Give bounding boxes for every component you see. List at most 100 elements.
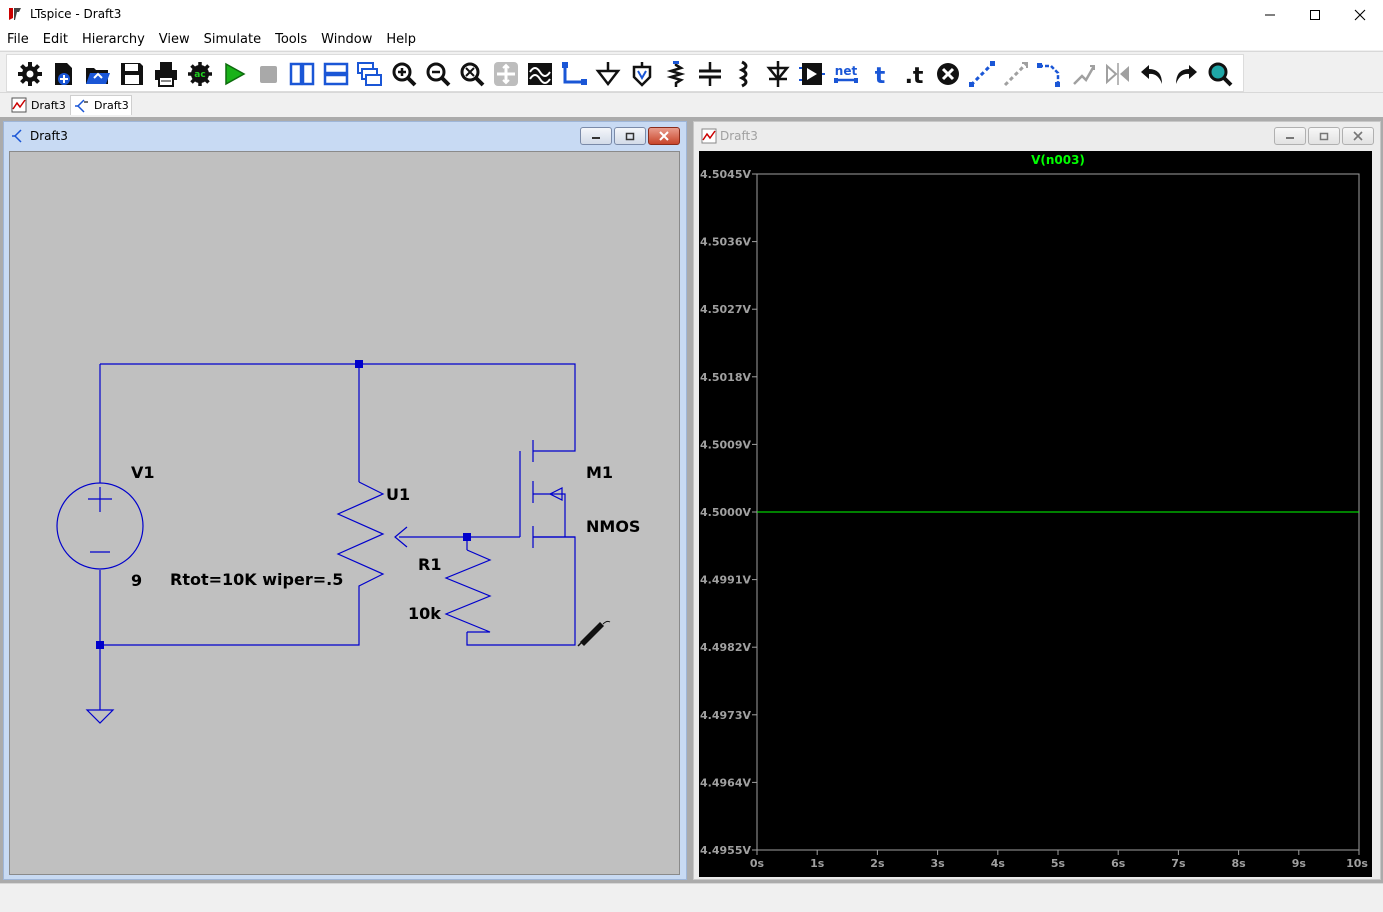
trace-label-v-n003[interactable]: V(n003): [1031, 153, 1085, 167]
v1-value[interactable]: 9: [131, 571, 142, 590]
r1-value[interactable]: 10k: [408, 604, 441, 623]
m1-name[interactable]: M1: [586, 463, 613, 482]
tab-schematic-draft3[interactable]: Draft3: [70, 95, 132, 115]
x-tick-label: 2s: [870, 857, 885, 870]
minimize-icon: [592, 137, 600, 139]
schematic-minimize-button[interactable]: [580, 127, 612, 145]
control-panel-button[interactable]: [15, 60, 45, 88]
move-icon: [1003, 61, 1029, 87]
open-button[interactable]: [83, 60, 113, 88]
drag-button[interactable]: [1035, 60, 1065, 88]
tile-vertical-button[interactable]: [287, 60, 317, 88]
drag-icon: [1037, 63, 1060, 87]
waveform-plot-area[interactable]: V(n003) 4.5045V 4.5036V 4.5027V 4.5018V 4.50…: [699, 151, 1372, 877]
zoom-in-button[interactable]: [389, 60, 419, 88]
tile-horizontal-button[interactable]: [321, 60, 351, 88]
zoom-out-button[interactable]: [423, 60, 453, 88]
schematic-window: Draft3 V1 9 U1 Rtot=10K wiper=.5 R1 10k …: [3, 121, 687, 880]
run-button[interactable]: [219, 60, 249, 88]
new-schematic-button[interactable]: [49, 60, 79, 88]
maximize-button[interactable]: [1292, 0, 1338, 30]
spice-net-button[interactable]: net: [831, 60, 861, 88]
menu-edit[interactable]: Edit: [36, 30, 75, 50]
tab-label: Draft3: [94, 99, 129, 112]
save-button[interactable]: [117, 60, 147, 88]
menu-help[interactable]: Help: [379, 30, 423, 50]
print-button[interactable]: [151, 60, 181, 88]
redo-button[interactable]: [1171, 60, 1201, 88]
delete-button[interactable]: [933, 60, 963, 88]
ground-button[interactable]: [593, 60, 623, 88]
m1-value[interactable]: NMOS: [586, 517, 640, 536]
schematic-canvas[interactable]: V1 9 U1 Rtot=10K wiper=.5 R1 10k M1 NMOS: [9, 151, 680, 875]
schematic-window-titlebar[interactable]: Draft3: [4, 122, 686, 150]
capacitor-icon: [699, 62, 721, 86]
control-panel-icon: [18, 62, 42, 86]
undo-button[interactable]: [1137, 60, 1167, 88]
schematic-doc-icon: [75, 98, 88, 113]
label-net-button[interactable]: [627, 60, 657, 88]
x-tick-label: 8s: [1231, 857, 1246, 870]
y-tick-label: 4.4991V: [700, 574, 751, 587]
rotate-button[interactable]: [1069, 60, 1099, 88]
cascade-button[interactable]: [355, 60, 385, 88]
resistor-r1[interactable]: [444, 549, 492, 633]
text-button[interactable]: t: [865, 60, 895, 88]
duplicate-button[interactable]: [967, 60, 997, 88]
potentiometer-u1[interactable]: [336, 481, 385, 596]
menu-file[interactable]: File: [0, 30, 36, 50]
ground-icon: [595, 62, 621, 87]
move-button[interactable]: [1001, 60, 1031, 88]
y-tick-label: 4.5018V: [700, 371, 751, 384]
schematic-drawing: V1 9 U1 Rtot=10K wiper=.5 R1 10k M1 NMOS: [56, 360, 640, 724]
schematic-doc-icon: [12, 129, 22, 143]
new-schematic-icon: [55, 63, 72, 85]
component-button[interactable]: [797, 60, 827, 88]
voltage-source-v1[interactable]: [56, 482, 144, 570]
r1-name[interactable]: R1: [418, 555, 441, 574]
halt-button[interactable]: [253, 60, 283, 88]
capacitor-button[interactable]: [695, 60, 725, 88]
pan-button[interactable]: [491, 60, 521, 88]
menu-hierarchy[interactable]: Hierarchy: [75, 30, 152, 50]
ltspice-app: LTspice - Draft3 File Edit Hierarchy Vie…: [0, 0, 1383, 912]
v1-name[interactable]: V1: [131, 463, 155, 482]
schematic-window-title: Draft3: [30, 129, 68, 143]
tab-waveform-draft3[interactable]: Draft3: [8, 95, 68, 115]
inductor-button[interactable]: [729, 60, 759, 88]
menu-tools[interactable]: Tools: [268, 30, 314, 50]
minimize-button[interactable]: [1247, 0, 1293, 30]
minimize-icon: [1265, 14, 1275, 16]
redo-icon: [1176, 65, 1197, 84]
mirror-button[interactable]: [1103, 60, 1133, 88]
schematic-restore-button[interactable]: [614, 127, 646, 145]
menu-simulate[interactable]: Simulate: [197, 30, 268, 50]
spice-directive-button[interactable]: .t: [899, 60, 929, 88]
waveform-window-title: Draft3: [720, 129, 758, 143]
close-button[interactable]: [1337, 0, 1383, 30]
schematic-close-button[interactable]: [648, 127, 680, 145]
waveform-restore-button[interactable]: [1308, 127, 1340, 145]
u1-value[interactable]: Rtot=10K wiper=.5: [170, 570, 343, 589]
ground-symbol[interactable]: [85, 709, 115, 724]
resistor-button[interactable]: [661, 60, 691, 88]
cascade-icon: [357, 62, 382, 86]
menu-view[interactable]: View: [152, 30, 197, 50]
waveform-button[interactable]: [525, 60, 555, 88]
find-button[interactable]: [1205, 60, 1235, 88]
u1-name[interactable]: U1: [386, 485, 410, 504]
minimize-icon: [1286, 137, 1294, 139]
waveform-minimize-button[interactable]: [1274, 127, 1306, 145]
waveform-window-titlebar[interactable]: Draft3: [694, 122, 1380, 150]
junction-wiper: [463, 533, 471, 541]
ac-analysis-button[interactable]: ac: [185, 60, 215, 88]
menu-window[interactable]: Window: [314, 30, 379, 50]
zoom-fit-button[interactable]: [457, 60, 487, 88]
wire-top[interactable]: [100, 363, 576, 452]
wire-button[interactable]: [559, 60, 589, 88]
nmos-m1[interactable]: [519, 440, 575, 548]
diode-button[interactable]: [763, 60, 793, 88]
diode-icon: [766, 61, 790, 87]
wire-bottom-left[interactable]: [100, 596, 360, 646]
waveform-close-button[interactable]: [1342, 127, 1374, 145]
